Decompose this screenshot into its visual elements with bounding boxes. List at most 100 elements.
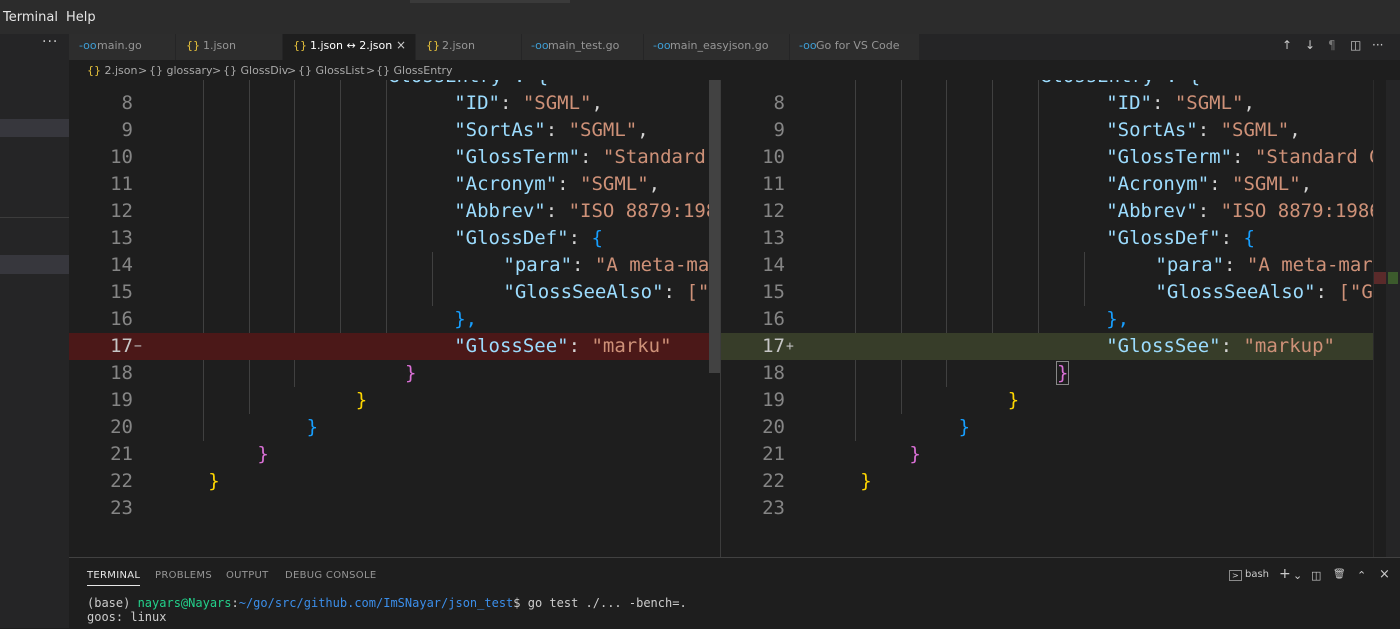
code-line[interactable]: 14 "para": "A meta-markup [69, 252, 709, 279]
tab-problems[interactable]: PROBLEMS [155, 570, 212, 581]
code-line[interactable]: 12 "Abbrev": "ISO 8879:1986", [69, 198, 709, 225]
line-number: 11 [110, 173, 133, 195]
tab-main-go[interactable]: -oo main.go [69, 34, 176, 60]
title-bar-drag-region[interactable] [410, 0, 570, 3]
breadcrumb-file[interactable]: {} 2.json [87, 64, 137, 77]
code-line[interactable]: 18} [721, 360, 1373, 387]
split-terminal-icon[interactable]: ◫ [1311, 569, 1321, 582]
tab-2-json[interactable]: {} 2.json [416, 34, 522, 60]
code-line[interactable]: 23 [721, 495, 1373, 522]
terminal-prompt-line[interactable]: (base) nayars@Nayars:~/go/src/github.com… [87, 596, 687, 610]
json-file-icon: {} [87, 64, 101, 77]
removed-marker-icon: − [134, 339, 142, 354]
code-line[interactable]: 20} [721, 414, 1373, 441]
code-line[interactable]: 22} [69, 468, 709, 495]
trash-icon[interactable]: 🗑 [1333, 569, 1346, 580]
json-file-icon: {} [293, 39, 307, 52]
code-content: } [959, 414, 970, 441]
code-content: } [257, 441, 268, 468]
maximize-panel-icon[interactable]: ⌃ [1357, 569, 1366, 582]
tab-main-test-go[interactable]: -oo main_test.go [522, 34, 644, 60]
new-terminal-icon[interactable]: + [1279, 566, 1291, 582]
code-line[interactable]: 13 "GlossDef": { [721, 225, 1373, 252]
line-number: 9 [121, 119, 133, 141]
code-line[interactable]: 10 "GlossTerm": "Standard Gen [69, 144, 709, 171]
breadcrumb-glossentry[interactable]: {} GlossEntry [376, 64, 453, 77]
overview-ruler[interactable] [1373, 80, 1387, 557]
breadcrumb-label: GlossEntry [393, 64, 453, 77]
next-change-icon[interactable]: ↓ [1305, 38, 1315, 52]
code-line[interactable]: 13 "GlossDef": { [69, 225, 709, 252]
code-line[interactable]: 21} [721, 441, 1373, 468]
code-line[interactable]: 18} [69, 360, 709, 387]
show-whitespace-icon[interactable]: ¶ [1328, 38, 1336, 52]
line-number: 22 [110, 470, 133, 492]
tab-main-easyjson-go[interactable]: -oo main_easyjson.go [644, 34, 790, 60]
code-line[interactable]: 16}, [721, 306, 1373, 333]
code-line[interactable]: 16}, [69, 306, 709, 333]
close-icon[interactable]: × [396, 38, 406, 52]
code-line[interactable]: 23 [69, 495, 709, 522]
tab-go-for-vs-code[interactable]: -oo Go for VS Code [790, 34, 920, 60]
breadcrumb-glossdiv[interactable]: {} GlossDiv [223, 64, 288, 77]
close-panel-icon[interactable]: × [1379, 567, 1390, 582]
breadcrumb-glosslist[interactable]: {} GlossList [298, 64, 365, 77]
sidebar-selected-item[interactable] [0, 255, 69, 274]
code-line[interactable]: 14 "para": "A meta-markup [721, 252, 1373, 279]
code-line[interactable]: 20} [69, 414, 709, 441]
json-value: "ISO 8879:1986" [568, 200, 709, 222]
breadcrumb-label: 2.json [104, 64, 138, 77]
code-line[interactable]: "GlossEntry": { [69, 80, 709, 90]
tab-diff-1-json-2-json[interactable]: {} 1.json ↔ 2.json × [283, 34, 416, 60]
tab-label: main.go [97, 39, 142, 52]
code-line[interactable]: 19} [69, 387, 709, 414]
json-bracket: } [1055, 361, 1070, 385]
more-actions-icon[interactable]: ··· [42, 34, 58, 50]
code-content: } [208, 468, 219, 495]
code-line[interactable]: 9 "SortAs": "SGML", [721, 117, 1373, 144]
json-value: "Standard Gen [602, 146, 706, 168]
code-line[interactable]: 15 "GlossSeeAlso": ["GML" [721, 279, 1373, 306]
tab-terminal[interactable]: TERMINAL [87, 570, 141, 586]
code-line[interactable]: 12 "Abbrev": "ISO 8879:1986", [721, 198, 1373, 225]
json-comma: , [648, 173, 661, 195]
breadcrumb-label: GlossDiv [240, 64, 289, 77]
previous-change-icon[interactable]: ↑ [1282, 38, 1292, 52]
line-number: 9 [773, 119, 785, 141]
code-line[interactable]: 11 "Acronym": "SGML", [721, 171, 1373, 198]
code-line[interactable]: "GlossEntry": { [721, 80, 1373, 90]
terminal-shell-selector[interactable]: bash [1245, 569, 1269, 580]
code-content: } [1008, 387, 1019, 414]
line-number: 12 [762, 200, 785, 222]
json-colon: : [1315, 281, 1339, 303]
code-line[interactable]: 10 "GlossTerm": "Standard Gen [721, 144, 1373, 171]
split-editor-icon[interactable]: ◫ [1350, 38, 1361, 52]
menu-help[interactable]: Help [66, 10, 96, 25]
inserted-line[interactable]: 17 + "GlossSee": "markup" [721, 333, 1373, 360]
json-colon: : [545, 200, 569, 222]
code-line[interactable]: 8 "ID": "SGML", [721, 90, 1373, 117]
tab-debug-console[interactable]: DEBUG CONSOLE [285, 570, 376, 581]
diff-editor-modified[interactable]: "GlossEntry": {8 "ID": "SGML", 9 "SortAs": … [721, 80, 1373, 557]
tab-output[interactable]: OUTPUT [226, 570, 269, 581]
more-actions-icon[interactable]: ··· [1372, 38, 1383, 52]
menu-terminal[interactable]: Terminal [3, 10, 58, 25]
diff-editor-original[interactable]: "GlossEntry": {8 "ID": "SGML", 9 "SortAs": … [69, 80, 709, 557]
code-line[interactable]: 9 "SortAs": "SGML", [69, 117, 709, 144]
sidebar-selected-item[interactable] [0, 119, 69, 137]
code-line[interactable]: 15 "GlossSeeAlso": ["GML" [69, 279, 709, 306]
code-line[interactable]: 8 "ID": "SGML", [69, 90, 709, 117]
code-content: }, [1106, 306, 1129, 333]
json-comma: , [1243, 92, 1255, 114]
json-colon: : [572, 254, 595, 276]
terminal-dropdown-icon[interactable]: ⌄ [1293, 569, 1302, 582]
code-line[interactable]: 11 "Acronym": "SGML", [69, 171, 709, 198]
breadcrumb-glossary[interactable]: {} glossary [149, 64, 213, 77]
json-colon: : [568, 227, 592, 249]
tab-1-json[interactable]: {} 1.json [176, 34, 283, 60]
code-line[interactable]: 19} [721, 387, 1373, 414]
code-line[interactable]: 22} [721, 468, 1373, 495]
code-line[interactable]: 21} [69, 441, 709, 468]
deleted-line[interactable]: 17− "GlossSee": "marku" [69, 333, 709, 360]
json-colon: : [1197, 119, 1221, 141]
